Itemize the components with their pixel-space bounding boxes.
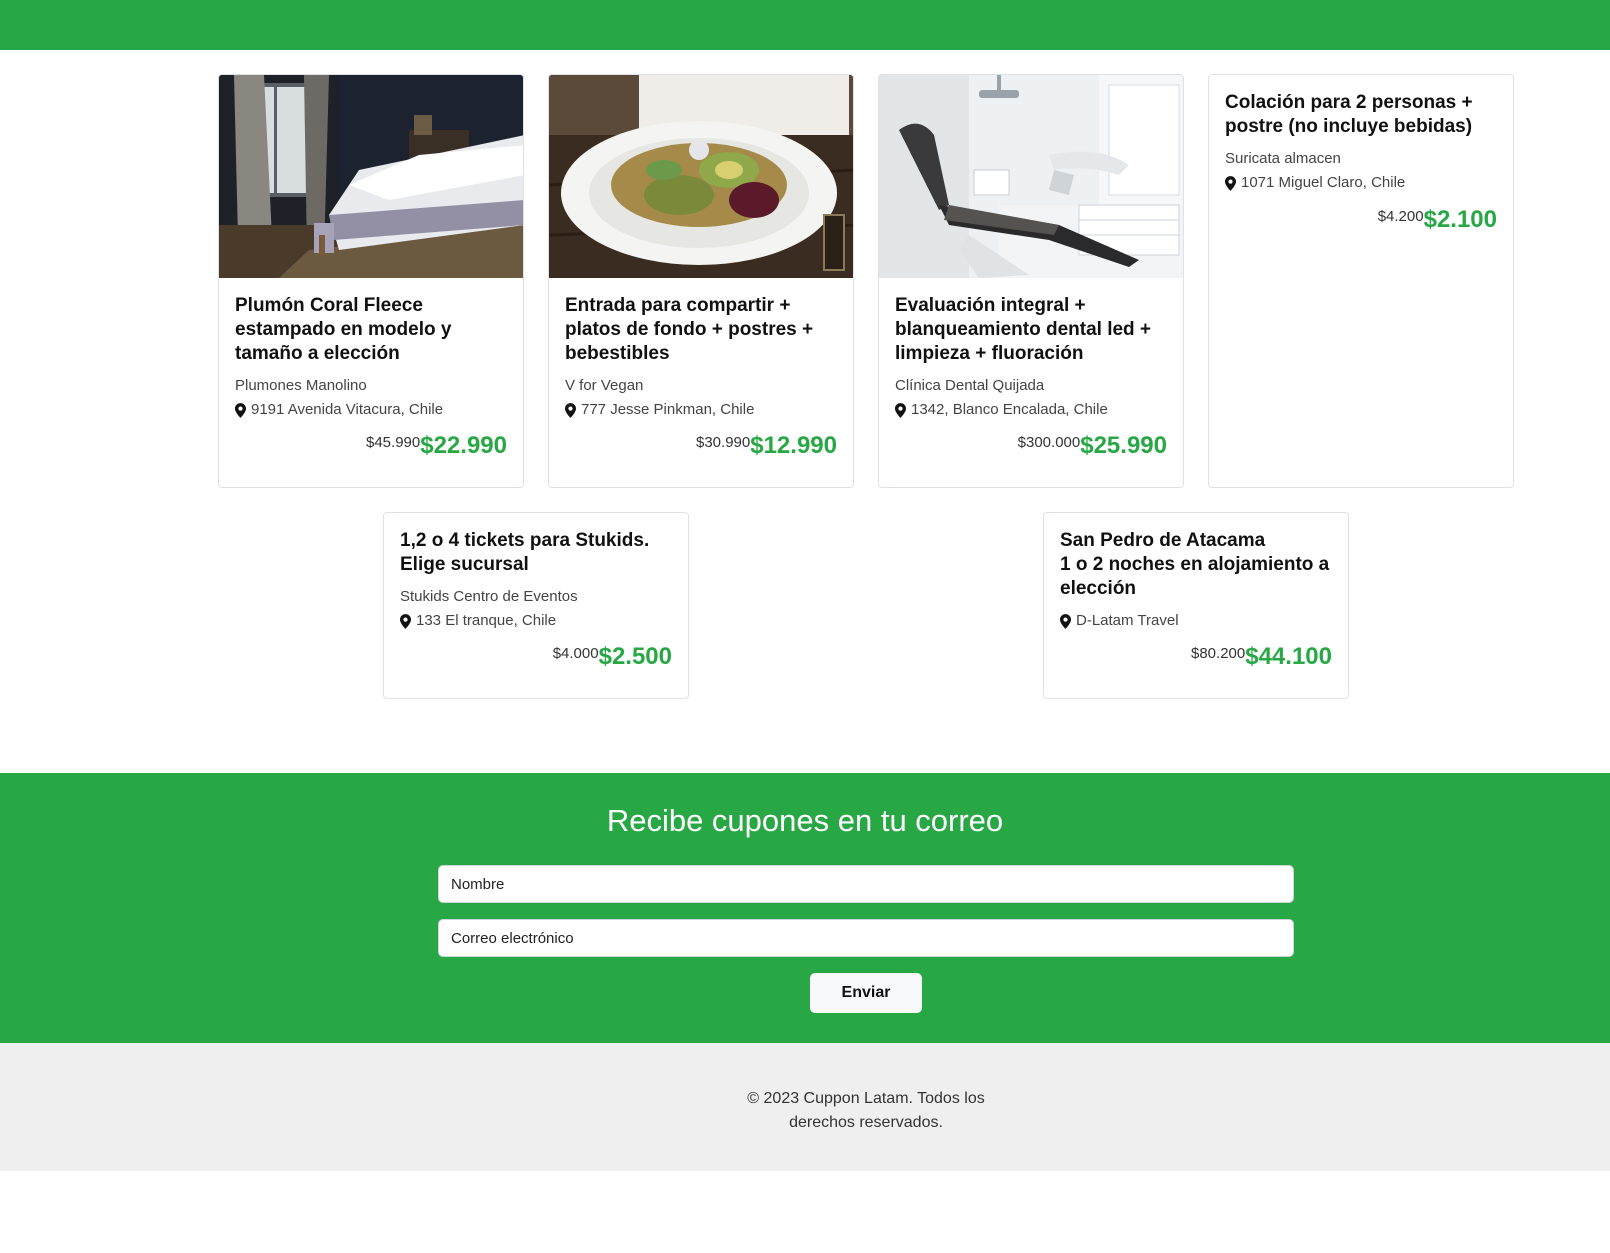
map-pin-icon	[895, 402, 906, 418]
deal-card[interactable]: Evaluación integral + blanqueamiento den…	[878, 74, 1184, 488]
deal-merchant: Stukids Centro de Eventos	[400, 588, 578, 605]
copyright-text: © 2023 Cuppon Latam. Todos los derechos …	[747, 1090, 985, 1131]
deal-price: $4.000 $2.500	[552, 643, 672, 671]
deal-old-price: $300.000	[1017, 434, 1081, 451]
deal-location: 1342, Blanco Encalada, Chile	[895, 400, 1167, 420]
deal-location: 9191 Avenida Vitacura, Chile	[235, 400, 507, 420]
deal-merchant: Plumones Manolino	[235, 377, 367, 394]
newsletter-heading: Recibe cupones en tu correo	[606, 803, 1004, 838]
deal-new-price: $2.500	[598, 643, 672, 670]
map-pin-icon	[565, 402, 576, 418]
deal-card[interactable]: 1,2 o 4 tickets para Stukids. Elige sucu…	[383, 512, 689, 699]
deal-price: $4.200 $2.100	[1377, 206, 1497, 234]
map-pin-icon	[1225, 175, 1236, 191]
footer: © 2023 Cuppon Latam. Todos los derechos …	[0, 1043, 1610, 1171]
deal-location-text: 1342, Blanco Encalada, Chile	[911, 401, 1108, 418]
deal-title[interactable]: Plumón Coral Fleece estampado en modelo …	[235, 294, 507, 366]
email-input[interactable]	[438, 919, 1294, 957]
deal-new-price: $22.990	[420, 432, 507, 459]
deal-new-price: $2.100	[1423, 206, 1497, 233]
deal-title[interactable]: Colación para 2 personas + postre (no in…	[1225, 91, 1497, 139]
deal-merchant: V for Vegan	[565, 377, 644, 394]
deal-card[interactable]: Plumón Coral Fleece estampado en modelo …	[218, 74, 524, 488]
deal-old-price: $4.000	[552, 645, 599, 662]
map-pin-icon	[235, 402, 246, 418]
deal-title[interactable]: Evaluación integral + blanqueamiento den…	[895, 294, 1167, 366]
deal-price: $45.990 $22.990	[366, 432, 507, 460]
deal-old-price: $45.990	[366, 434, 421, 451]
deal-card[interactable]: San Pedro de Atacama 1 o 2 noches en alo…	[1043, 512, 1349, 699]
deal-title-line: San Pedro de Atacama	[1060, 530, 1266, 551]
deal-image-bedroom[interactable]	[219, 75, 523, 278]
deal-new-price: $25.990	[1080, 432, 1167, 459]
submit-button[interactable]: Enviar	[810, 973, 922, 1013]
deal-new-price: $44.100	[1245, 643, 1332, 670]
deal-title[interactable]: San Pedro de Atacama 1 o 2 noches en alo…	[1060, 529, 1332, 601]
top-header-bar	[0, 0, 1610, 50]
deal-location: D-Latam Travel	[1060, 611, 1332, 631]
deal-location-text: 1071 Miguel Claro, Chile	[1241, 174, 1406, 191]
deal-image-vegan[interactable]	[549, 75, 853, 278]
newsletter-section: Recibe cupones en tu correo Enviar	[0, 773, 1610, 1043]
deal-title[interactable]: Entrada para compartir + platos de fondo…	[565, 294, 837, 366]
deal-location: 133 El tranque, Chile	[400, 611, 672, 631]
deal-location: 777 Jesse Pinkman, Chile	[565, 400, 837, 420]
deal-price: $30.990 $12.990	[696, 432, 837, 460]
deal-location-text: 777 Jesse Pinkman, Chile	[581, 401, 755, 418]
deal-location-text: 9191 Avenida Vitacura, Chile	[251, 401, 444, 418]
deal-card[interactable]: Entrada para compartir + platos de fondo…	[548, 74, 854, 488]
deal-image-dental[interactable]	[879, 75, 1183, 278]
deal-new-price: $12.990	[750, 432, 837, 459]
map-pin-icon	[1060, 613, 1071, 629]
deal-title-line: 1 o 2 noches en alojamiento a elección	[1060, 554, 1330, 599]
deal-merchant: Clínica Dental Quijada	[895, 377, 1045, 394]
deal-location-text: D-Latam Travel	[1076, 612, 1179, 629]
deal-price: $300.000 $25.990	[1017, 432, 1167, 460]
deal-price: $80.200 $44.100	[1191, 643, 1332, 671]
deal-card[interactable]: Colación para 2 personas + postre (no in…	[1208, 74, 1514, 488]
deal-location: 1071 Miguel Claro, Chile	[1225, 173, 1497, 193]
deal-old-price: $4.200	[1377, 208, 1424, 225]
deal-old-price: $80.200	[1191, 645, 1246, 662]
deal-merchant: Suricata almacen	[1225, 150, 1341, 167]
deal-title[interactable]: 1,2 o 4 tickets para Stukids. Elige sucu…	[400, 529, 672, 577]
deal-location-text: 133 El tranque, Chile	[416, 612, 557, 629]
name-input[interactable]	[438, 865, 1294, 903]
map-pin-icon	[400, 613, 411, 629]
deal-old-price: $30.990	[696, 434, 751, 451]
